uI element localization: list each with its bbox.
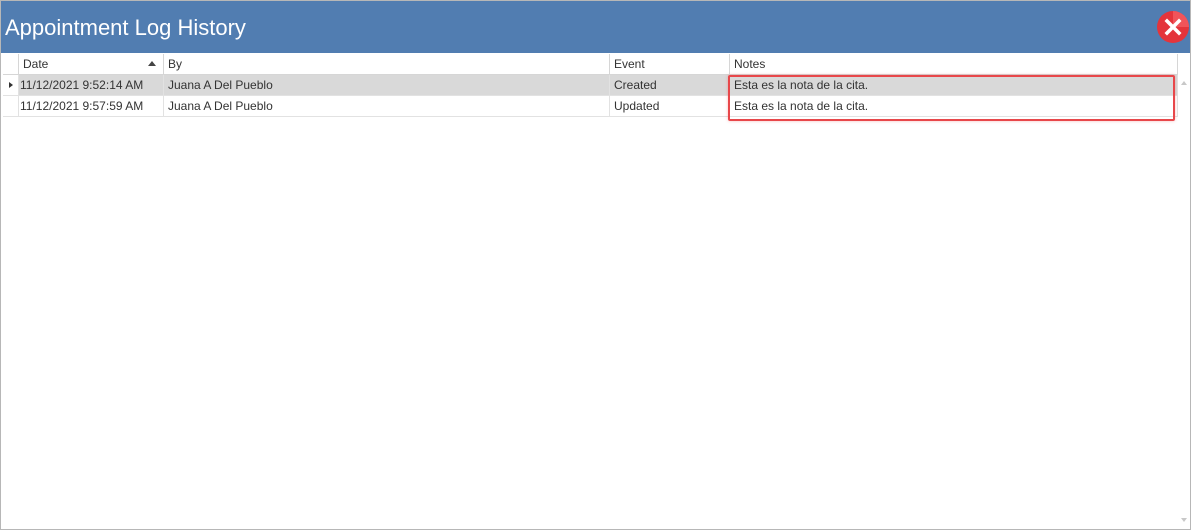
column-header-date[interactable]: Date [19,54,164,74]
column-header-by-label: By [168,57,183,71]
dialog-title: Appointment Log History [5,15,246,40]
column-header-by[interactable]: By [164,54,610,74]
column-header-event[interactable]: Event [610,54,730,74]
cell-event[interactable]: Updated [610,96,730,117]
vertical-scrollbar[interactable] [1178,74,1189,528]
table-row[interactable]: 11/12/2021 9:57:59 AM Juana A Del Pueblo… [3,96,1178,117]
column-header-notes[interactable]: Notes [730,54,1178,74]
close-button[interactable] [1156,10,1190,44]
column-header-notes-label: Notes [734,57,766,71]
current-row-arrow-icon [9,82,13,88]
titlebar: Appointment Log History [1,1,1190,53]
cell-by[interactable]: Juana A Del Pueblo [164,75,610,96]
row-indicator [3,75,19,96]
grid-header: Date By Event Notes [3,54,1178,75]
column-header-event-label: Event [614,57,645,71]
table-row[interactable]: 11/12/2021 9:52:14 AM Juana A Del Pueblo… [3,75,1178,96]
header-indicator-cell [3,54,19,74]
appointment-log-history-dialog: Appointment Log History Date By Event No… [0,0,1191,530]
cell-event[interactable]: Created [610,75,730,96]
cell-notes[interactable]: Esta es la nota de la cita. [730,75,1178,96]
scroll-down-arrow-icon[interactable] [1181,518,1187,522]
cell-notes[interactable]: Esta es la nota de la cita. [730,96,1178,117]
log-grid: Date By Event Notes 11/12/2021 9:52:14 A… [3,54,1189,528]
cell-date[interactable]: 11/12/2021 9:57:59 AM [19,96,164,117]
row-indicator [3,96,19,117]
sort-ascending-icon [148,61,156,66]
cell-date[interactable]: 11/12/2021 9:52:14 AM [19,75,164,96]
column-header-date-label: Date [23,57,49,71]
cell-by[interactable]: Juana A Del Pueblo [164,96,610,117]
close-icon [1157,11,1189,43]
scroll-up-arrow-icon[interactable] [1181,81,1187,85]
